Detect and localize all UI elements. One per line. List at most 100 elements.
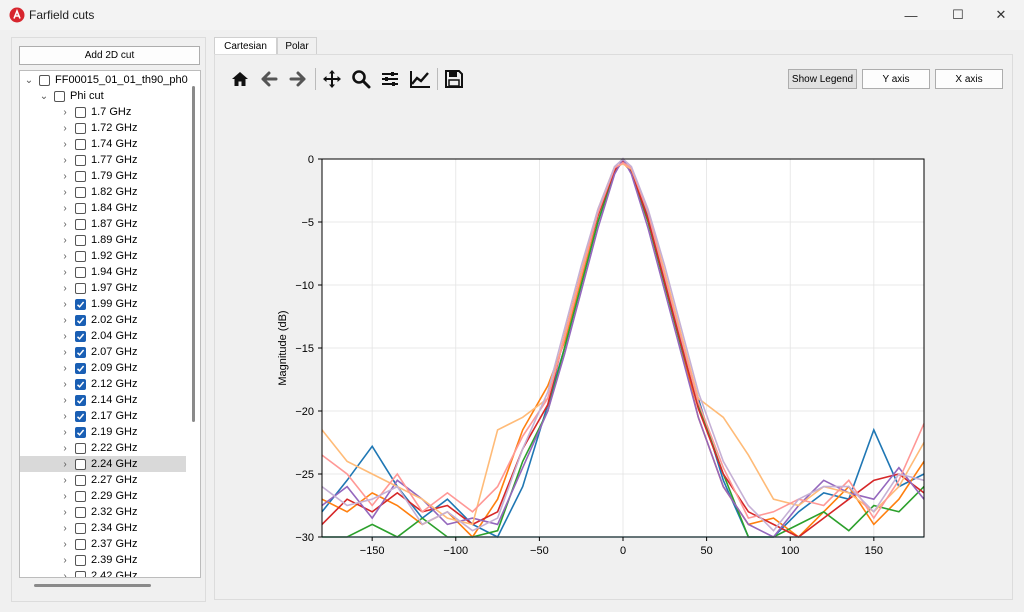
checkbox[interactable] (75, 410, 86, 422)
chevron-down-icon[interactable]: ⌄ (24, 75, 34, 86)
checkbox[interactable] (54, 90, 65, 102)
tree-item[interactable]: › 2.19 GHz (20, 424, 186, 440)
tree-item[interactable]: › 2.14 GHz (20, 392, 186, 408)
chevron-right-icon[interactable]: › (60, 507, 70, 518)
checkbox[interactable] (75, 362, 86, 374)
tree-item[interactable]: › 2.34 GHz (20, 520, 186, 536)
minimize-button[interactable]: — (888, 0, 934, 30)
chevron-right-icon[interactable]: › (60, 427, 70, 438)
checkbox[interactable] (75, 314, 86, 326)
checkbox[interactable] (75, 106, 86, 118)
y-axis-button[interactable]: Y axis (862, 69, 930, 89)
back-button[interactable] (257, 67, 281, 91)
tree-item[interactable]: › 2.42 GHz (20, 568, 186, 578)
checkbox[interactable] (75, 154, 86, 166)
checkbox[interactable] (75, 490, 86, 502)
tree-item[interactable]: › 1.77 GHz (20, 152, 186, 168)
checkbox[interactable] (75, 266, 86, 278)
checkbox[interactable] (75, 458, 86, 470)
tree-item[interactable]: › 1.92 GHz (20, 248, 186, 264)
chevron-right-icon[interactable]: › (60, 379, 70, 390)
chevron-right-icon[interactable]: › (60, 219, 70, 230)
maximize-button[interactable]: ☐ (935, 0, 981, 30)
chevron-right-icon[interactable]: › (60, 107, 70, 118)
tree-item[interactable]: › 2.32 GHz (20, 504, 186, 520)
checkbox[interactable] (75, 570, 86, 577)
checkbox[interactable] (39, 74, 50, 86)
tree-item[interactable]: › 1.82 GHz (20, 184, 186, 200)
tree-item[interactable]: › 2.12 GHz (20, 376, 186, 392)
tree-root[interactable]: ⌄ FF00015_01_01_th90_ph0 (24, 72, 188, 88)
checkbox[interactable] (75, 138, 86, 150)
chevron-right-icon[interactable]: › (60, 235, 70, 246)
configure-subplots-button[interactable] (378, 67, 402, 91)
tree-item[interactable]: › 1.94 GHz (20, 264, 186, 280)
checkbox[interactable] (75, 538, 86, 550)
tree-item[interactable]: › 1.99 GHz (20, 296, 186, 312)
chevron-right-icon[interactable]: › (60, 363, 70, 374)
tree-item[interactable]: › 2.22 GHz (20, 440, 186, 456)
chevron-right-icon[interactable]: › (60, 299, 70, 310)
chevron-right-icon[interactable]: › (60, 539, 70, 550)
chevron-right-icon[interactable]: › (60, 475, 70, 486)
chevron-right-icon[interactable]: › (60, 251, 70, 262)
chevron-right-icon[interactable]: › (60, 203, 70, 214)
checkbox[interactable] (75, 218, 86, 230)
chevron-right-icon[interactable]: › (60, 155, 70, 166)
tree-item[interactable]: › 1.79 GHz (20, 168, 186, 184)
chevron-right-icon[interactable]: › (60, 123, 70, 134)
close-button[interactable]: ✕ (978, 0, 1024, 30)
tab-cartesian[interactable]: Cartesian (214, 37, 277, 55)
checkbox[interactable] (75, 554, 86, 566)
chevron-right-icon[interactable]: › (60, 283, 70, 294)
cut-tree[interactable]: ⌄ FF00015_01_01_th90_ph0 ⌄ Phi cut › 1.7 … (19, 70, 201, 578)
checkbox[interactable] (75, 506, 86, 518)
checkbox[interactable] (75, 346, 86, 358)
checkbox[interactable] (75, 330, 86, 342)
zoom-button[interactable] (349, 67, 373, 91)
checkbox[interactable] (75, 298, 86, 310)
tree-item[interactable]: › 1.72 GHz (20, 120, 186, 136)
tree-item[interactable]: › 2.07 GHz (20, 344, 186, 360)
checkbox[interactable] (75, 522, 86, 534)
checkbox[interactable] (75, 282, 86, 294)
checkbox[interactable] (75, 234, 86, 246)
chevron-right-icon[interactable]: › (60, 555, 70, 566)
tree-item[interactable]: › 1.97 GHz (20, 280, 186, 296)
x-axis-button[interactable]: X axis (935, 69, 1003, 89)
chevron-right-icon[interactable]: › (60, 443, 70, 454)
chevron-right-icon[interactable]: › (60, 571, 70, 578)
tree-item[interactable]: › 1.89 GHz (20, 232, 186, 248)
chevron-right-icon[interactable]: › (60, 411, 70, 422)
tab-polar[interactable]: Polar (277, 37, 317, 55)
forward-button[interactable] (286, 67, 310, 91)
tree-item[interactable]: › 2.24 GHz (20, 456, 186, 472)
chevron-down-icon[interactable]: ⌄ (39, 91, 49, 102)
chevron-right-icon[interactable]: › (60, 171, 70, 182)
tree-item[interactable]: › 1.87 GHz (20, 216, 186, 232)
checkbox[interactable] (75, 394, 86, 406)
checkbox[interactable] (75, 186, 86, 198)
edit-axis-button[interactable] (408, 67, 432, 91)
tree-item[interactable]: › 2.02 GHz (20, 312, 186, 328)
chevron-right-icon[interactable]: › (60, 267, 70, 278)
horizontal-scrollbar[interactable] (34, 584, 151, 587)
tree-item[interactable]: › 1.74 GHz (20, 136, 186, 152)
checkbox[interactable] (75, 202, 86, 214)
chevron-right-icon[interactable]: › (60, 347, 70, 358)
checkbox[interactable] (75, 474, 86, 486)
chevron-right-icon[interactable]: › (60, 459, 70, 470)
vertical-scrollbar[interactable] (192, 86, 195, 422)
checkbox[interactable] (75, 170, 86, 182)
chevron-right-icon[interactable]: › (60, 523, 70, 534)
tree-item[interactable]: › 2.37 GHz (20, 536, 186, 552)
chevron-right-icon[interactable]: › (60, 315, 70, 326)
pan-button[interactable] (320, 67, 344, 91)
checkbox[interactable] (75, 442, 86, 454)
chevron-right-icon[interactable]: › (60, 139, 70, 150)
tree-item[interactable]: › 2.09 GHz (20, 360, 186, 376)
checkbox[interactable] (75, 250, 86, 262)
tree-item[interactable]: › 2.27 GHz (20, 472, 186, 488)
tree-item[interactable]: › 2.29 GHz (20, 488, 186, 504)
tree-item[interactable]: › 1.7 GHz (20, 104, 186, 120)
